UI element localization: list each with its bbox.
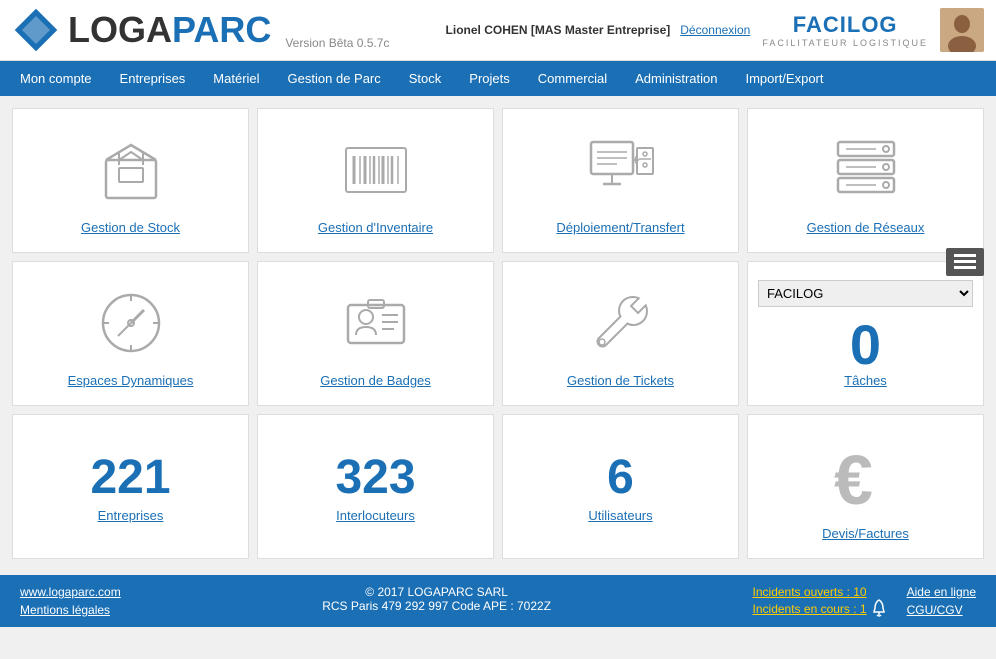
tile-label-entreprises: Entreprises [98, 508, 164, 523]
nav-entreprises[interactable]: Entreprises [106, 61, 200, 96]
footer-links: Aide en ligne CGU/CGV [907, 585, 976, 617]
tiles-row2: Espaces Dynamiques [12, 261, 984, 406]
taches-dropdown[interactable]: FACILOG [758, 280, 973, 307]
facilog-sub: FACILITATEUR LOGISTIQUE [762, 38, 928, 48]
deploiement-icon [581, 130, 661, 210]
avatar [940, 8, 984, 52]
tile-icon-deploiement [581, 130, 661, 210]
main-content: Gestion de Stock [0, 96, 996, 571]
footer-link-mentions[interactable]: Mentions légales [20, 603, 121, 617]
tile-label-reseaux: Gestion de Réseaux [807, 220, 925, 235]
tile-interlocuteurs[interactable]: 323 Interlocuteurs [257, 414, 494, 559]
nav-materiel[interactable]: Matériel [199, 61, 273, 96]
tile-espaces[interactable]: Espaces Dynamiques [12, 261, 249, 406]
tile-label-espaces: Espaces Dynamiques [68, 373, 194, 388]
inventaire-icon [336, 130, 416, 210]
interlocuteurs-count: 323 [335, 454, 415, 502]
right-header: Lionel COHEN [MAS Master Entreprise] Déc… [446, 8, 984, 52]
tile-gestion-inventaire[interactable]: Gestion d'Inventaire [257, 108, 494, 253]
tile-devis-factures[interactable]: € Devis/Factures [747, 414, 984, 559]
tiles-row1: Gestion de Stock [12, 108, 984, 253]
utilisateurs-count: 6 [607, 454, 634, 502]
tile-entreprises[interactable]: 221 Entreprises [12, 414, 249, 559]
footer-incidents-open[interactable]: Incidents ouverts : 10 [753, 585, 887, 599]
tiles-area: Gestion de Stock [12, 108, 984, 559]
logo-diamond-icon [12, 6, 60, 54]
facilog-brand: FACILOG [793, 12, 898, 38]
reseaux-icon [826, 130, 906, 210]
avatar-image [940, 8, 984, 52]
disconnect-link[interactable]: Déconnexion [680, 23, 750, 37]
footer-link-logaparc[interactable]: www.logaparc.com [20, 585, 121, 599]
nav-administration[interactable]: Administration [621, 61, 731, 96]
footer-aide[interactable]: Aide en ligne [907, 585, 976, 599]
user-name: Lionel COHEN [MAS Master Entreprise] [446, 23, 671, 37]
tile-deploiement[interactable]: Déploiement/Transfert [502, 108, 739, 253]
top-bar: LOGAPARC Version Bêta 0.5.7c Lionel COHE… [0, 0, 996, 61]
tile-label-stock: Gestion de Stock [81, 220, 180, 235]
footer-left: www.logaparc.com Mentions légales [20, 585, 121, 617]
tile-label-taches[interactable]: Tâches [844, 373, 887, 388]
tile-label-badges: Gestion de Badges [320, 373, 431, 388]
footer-right-area: Incidents ouverts : 10 Incidents en cour… [753, 585, 976, 617]
tile-badges[interactable]: Gestion de Badges [257, 261, 494, 406]
footer-incidents: Incidents ouverts : 10 Incidents en cour… [753, 585, 887, 617]
nav-commercial[interactable]: Commercial [524, 61, 621, 96]
tile-icon-tickets [581, 283, 661, 363]
main-nav: Mon compte Entreprises Matériel Gestion … [0, 61, 996, 96]
tile-icon-stock [91, 130, 171, 210]
hamburger-icon [954, 254, 976, 270]
tile-label-tickets: Gestion de Tickets [567, 373, 674, 388]
logo-area: LOGAPARC Version Bêta 0.5.7c [12, 6, 389, 54]
footer-rcs: RCS Paris 479 292 997 Code APE : 7022Z [322, 599, 551, 613]
bell-icon [871, 599, 887, 617]
tile-icon-reseaux [826, 130, 906, 210]
footer-cgu[interactable]: CGU/CGV [907, 603, 976, 617]
tickets-icon [581, 283, 661, 363]
logo-text: LOGAPARC [68, 9, 271, 51]
taches-count: 0 [850, 317, 881, 373]
nav-mon-compte[interactable]: Mon compte [6, 61, 106, 96]
tile-icon-inventaire [336, 130, 416, 210]
sidebar-toggle[interactable] [946, 248, 984, 276]
tile-taches: FACILOG 0 Tâches [747, 261, 984, 406]
tile-reseaux[interactable]: Gestion de Réseaux [747, 108, 984, 253]
badges-icon [336, 283, 416, 363]
tile-icon-badges [336, 283, 416, 363]
tile-label-utilisateurs: Utilisateurs [588, 508, 652, 523]
tile-icon-espaces [91, 283, 171, 363]
tile-label-interlocuteurs: Interlocuteurs [336, 508, 415, 523]
nav-stock[interactable]: Stock [395, 61, 456, 96]
tile-gestion-de-stock[interactable]: Gestion de Stock [12, 108, 249, 253]
tile-label-inventaire: Gestion d'Inventaire [318, 220, 433, 235]
svg-text:€: € [834, 441, 873, 516]
footer-copyright: © 2017 LOGAPARC SARL [322, 585, 551, 599]
stock-icon [91, 130, 171, 210]
tile-tickets[interactable]: Gestion de Tickets [502, 261, 739, 406]
nav-import-export[interactable]: Import/Export [731, 61, 837, 96]
espaces-icon [91, 283, 171, 363]
euro-icon: € [826, 436, 906, 516]
user-info: Lionel COHEN [MAS Master Entreprise] Déc… [446, 23, 751, 37]
content-wrapper: Gestion de Stock [0, 96, 996, 571]
entreprises-count: 221 [90, 454, 170, 502]
footer-incidents-ongoing[interactable]: Incidents en cours : 1 [753, 602, 867, 616]
version-text: Version Bêta 0.5.7c [285, 36, 389, 50]
facilog-logo: FACILOG FACILITATEUR LOGISTIQUE [762, 12, 928, 48]
nav-projets[interactable]: Projets [455, 61, 523, 96]
tile-utilisateurs[interactable]: 6 Utilisateurs [502, 414, 739, 559]
footer: www.logaparc.com Mentions légales © 2017… [0, 575, 996, 627]
nav-gestion-de-parc[interactable]: Gestion de Parc [274, 61, 395, 96]
tile-icon-devis: € [826, 436, 906, 516]
footer-center: © 2017 LOGAPARC SARL RCS Paris 479 292 9… [322, 585, 551, 613]
tile-label-devis: Devis/Factures [822, 526, 909, 541]
tiles-row3: 221 Entreprises 323 Interlocuteurs 6 Uti… [12, 414, 984, 559]
tile-label-deploiement: Déploiement/Transfert [556, 220, 684, 235]
